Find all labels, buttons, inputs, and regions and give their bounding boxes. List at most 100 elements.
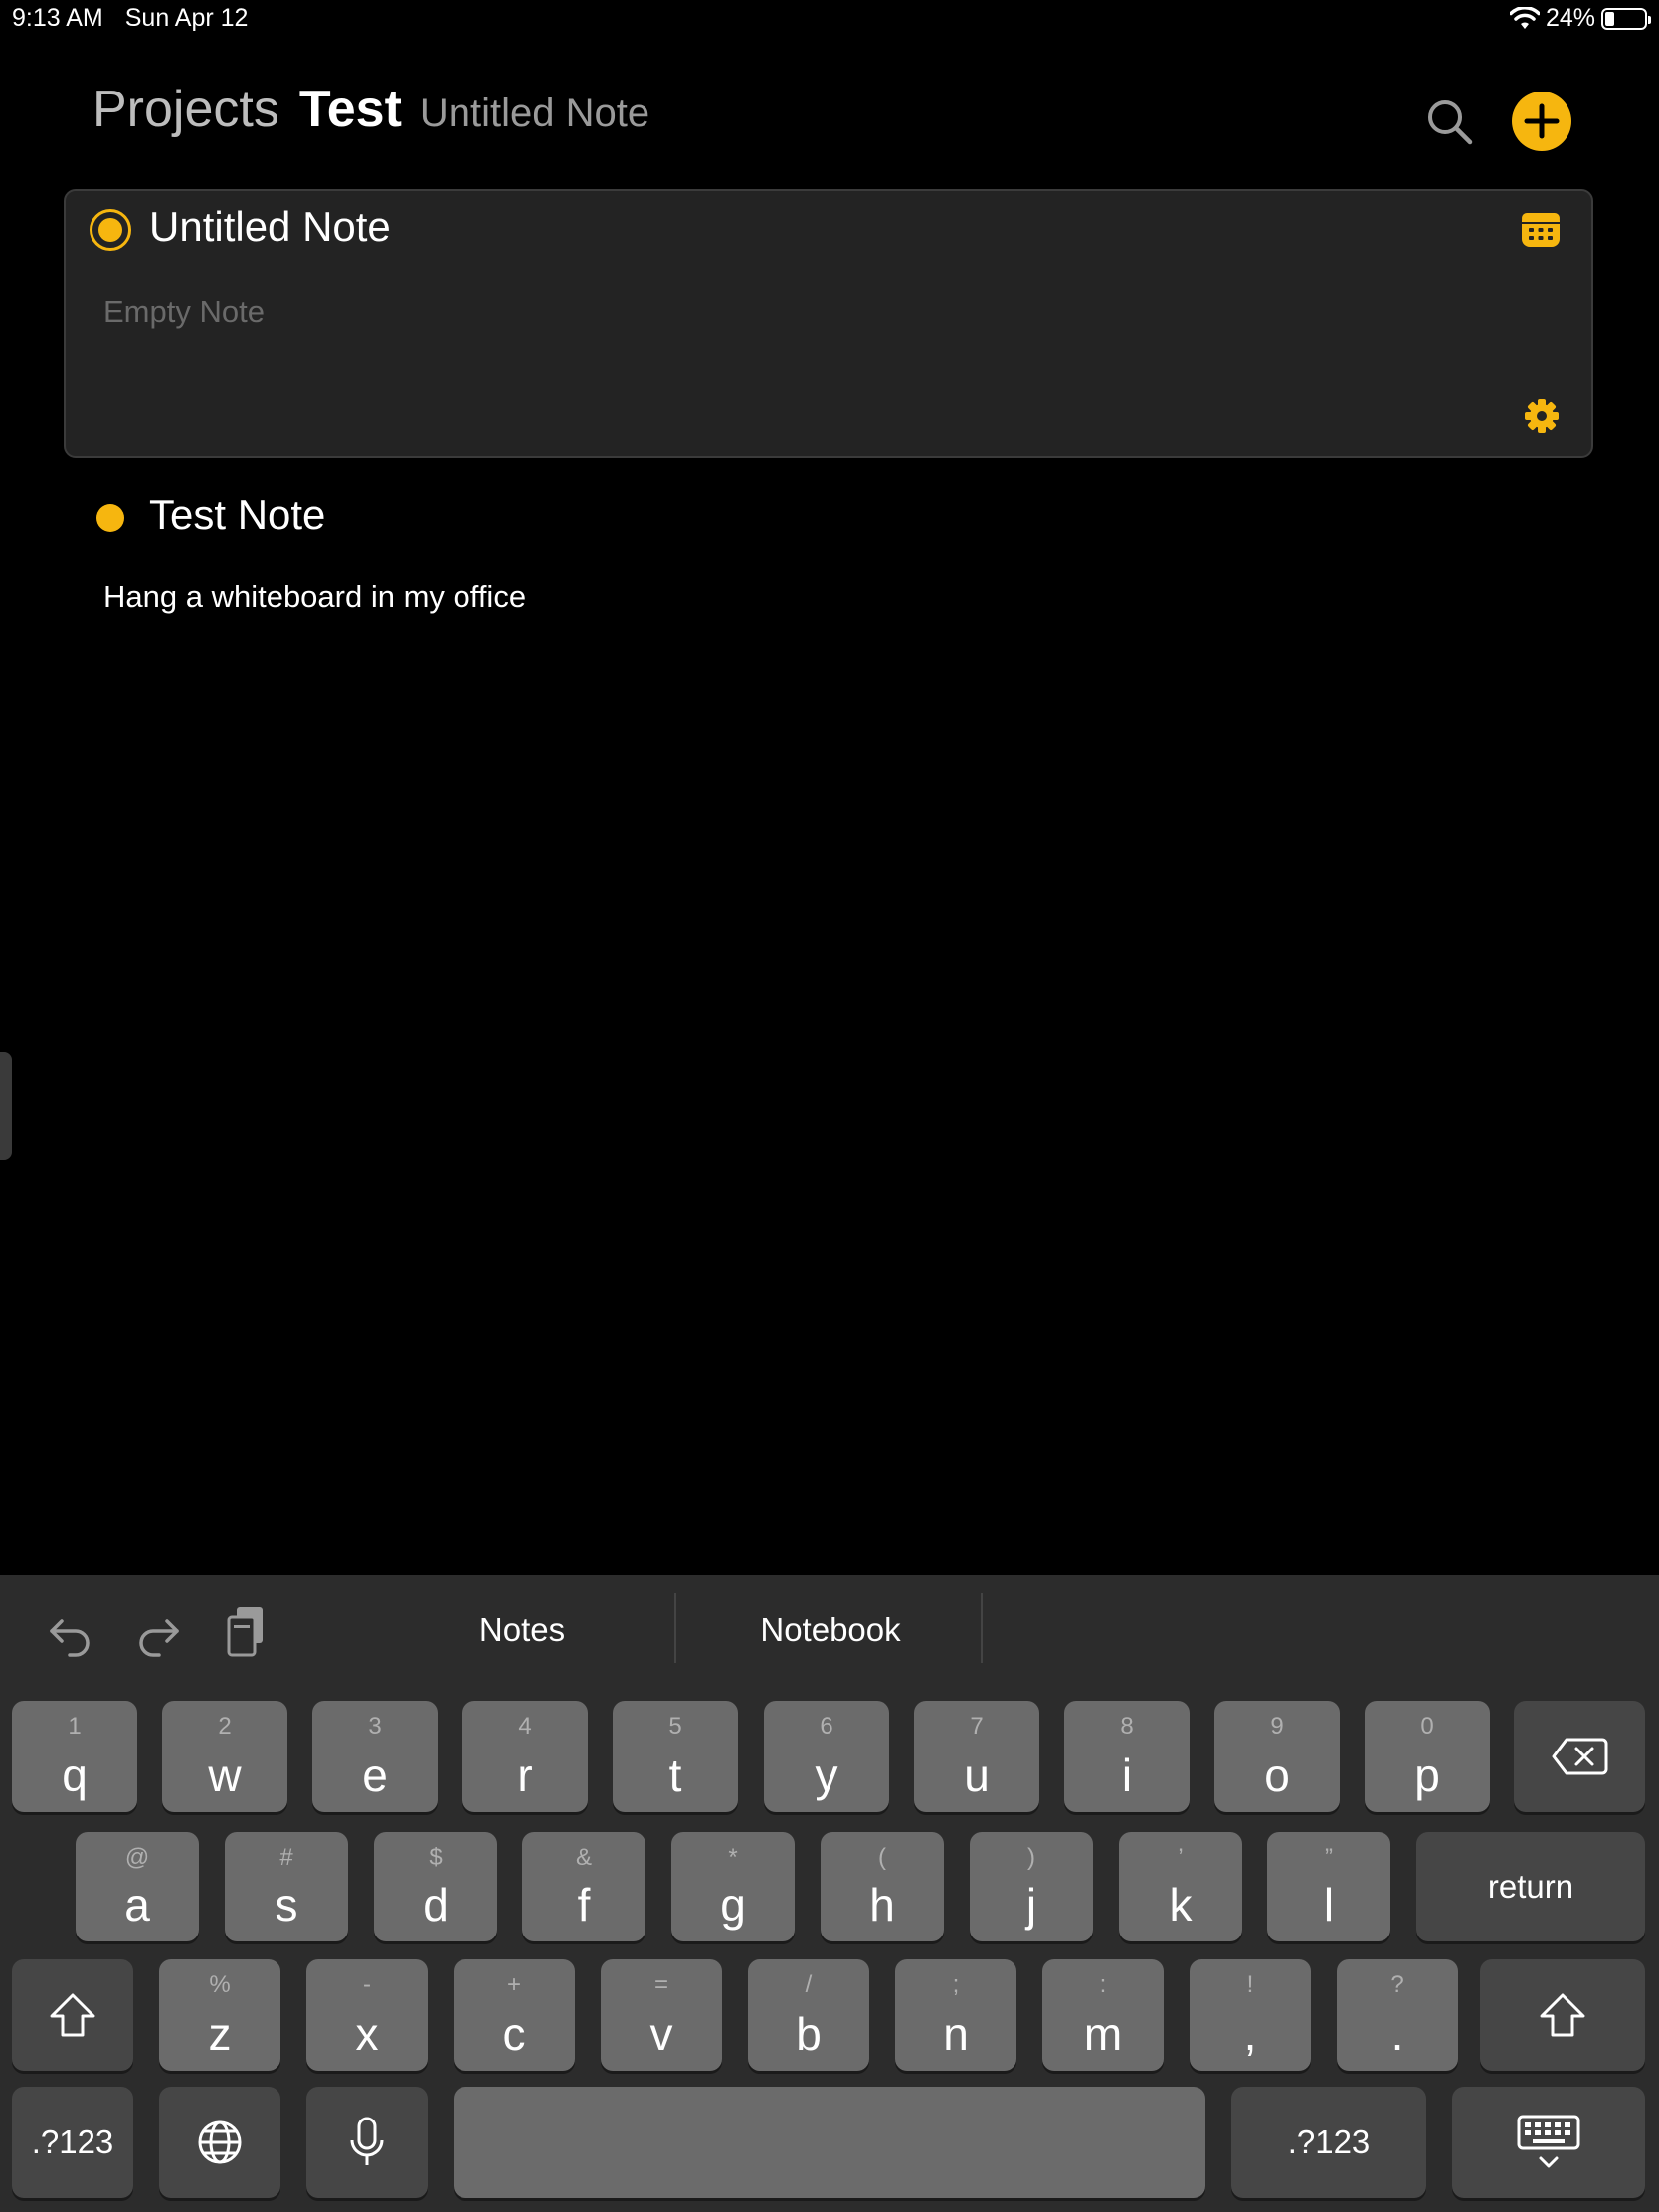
dictation-key[interactable] [306, 2087, 428, 2198]
key-j[interactable]: ) j [970, 1832, 1093, 1941]
numbers-key-right[interactable]: .?123 [1231, 2087, 1426, 2198]
key-primary-label: p [1414, 1750, 1440, 1801]
return-key[interactable]: return [1416, 1832, 1645, 1941]
key-secondary-label: + [506, 1971, 521, 1998]
note-settings-button[interactable] [1524, 398, 1560, 434]
breadcrumb-note-title: Untitled Note [419, 92, 650, 135]
key-secondary-label: 7 [970, 1713, 984, 1740]
key-secondary-label: ! [1246, 1971, 1254, 1998]
delete-key[interactable] [1514, 1701, 1645, 1812]
key-primary-label: x [355, 2008, 379, 2060]
note-title-input[interactable]: Untitled Note [149, 203, 391, 251]
status-date: Sun Apr 12 [124, 4, 249, 32]
shift-icon [1540, 1993, 1585, 2037]
key-secondary-label: ’ [1178, 1844, 1184, 1871]
key-secondary-label: & [575, 1844, 592, 1871]
note-title[interactable]: Test Note [149, 491, 325, 539]
note-body-input[interactable]: Empty Note [103, 294, 265, 330]
suggestion-1[interactable]: Notebook [720, 1611, 941, 1649]
globe-key[interactable] [159, 2087, 280, 2198]
key-primary-label: i [1121, 1750, 1133, 1801]
gear-icon [1525, 399, 1559, 433]
key-primary-label: , [1243, 2008, 1257, 2060]
add-note-button[interactable] [1512, 92, 1571, 151]
shift-icon [50, 1993, 95, 2037]
breadcrumb-current-project[interactable]: Test [299, 80, 402, 139]
redo-button[interactable] [135, 1603, 183, 1659]
numbers-key-label: .?123 [31, 2123, 114, 2160]
calendar-button[interactable] [1520, 209, 1562, 251]
shift-key-left[interactable] [12, 1959, 133, 2071]
key-i[interactable]: 8i [1064, 1701, 1190, 1812]
battery-percent: 24% [1545, 4, 1595, 32]
key-l[interactable]: ” l [1267, 1832, 1390, 1941]
key-primary-label: . [1390, 2008, 1404, 2060]
key-s[interactable]: # s [225, 1832, 348, 1941]
key-primary-label: z [208, 2008, 232, 2060]
numbers-key-left[interactable]: .?123 [12, 2087, 133, 2198]
dismiss-keyboard-key[interactable] [1452, 2087, 1645, 2198]
key-u[interactable]: 7u [914, 1701, 1039, 1812]
key-a[interactable]: @ a [76, 1832, 199, 1941]
key-primary-label: v [649, 2008, 673, 2060]
calendar-icon [1522, 213, 1560, 247]
key-primary-label: e [362, 1750, 388, 1801]
shift-key-right[interactable] [1480, 1959, 1645, 2071]
search-button[interactable] [1422, 94, 1478, 150]
key-r[interactable]: 4r [462, 1701, 588, 1812]
key-g[interactable]: * g [671, 1832, 795, 1941]
key-primary-label: u [964, 1750, 990, 1801]
key-n[interactable]: ; n [895, 1959, 1016, 2071]
key-x[interactable]: -x [306, 1959, 428, 2071]
numbers-key-label: .?123 [1287, 2123, 1371, 2160]
key-p[interactable]: 0p [1365, 1701, 1490, 1812]
key-b[interactable]: / b [748, 1959, 869, 2071]
search-icon [1428, 100, 1473, 145]
key-e[interactable]: 3e [312, 1701, 438, 1812]
note-status-selected-icon[interactable] [90, 209, 131, 251]
note-status-dot-icon[interactable] [96, 504, 124, 532]
paste-button[interactable] [223, 1603, 271, 1659]
delete-icon [1552, 1738, 1608, 1775]
key-w[interactable]: 2w [162, 1701, 287, 1812]
key-t[interactable]: 5t [613, 1701, 738, 1812]
key-secondary-label: $ [429, 1844, 443, 1871]
status-time: 9:13 AM [12, 4, 103, 32]
key-secondary-label: % [209, 1971, 231, 1998]
key-primary-label: h [869, 1879, 895, 1931]
undo-icon [50, 1619, 90, 1657]
status-bar-right: 24% [1509, 4, 1651, 33]
note-body[interactable]: Hang a whiteboard in my office [103, 579, 526, 615]
key-v[interactable]: = v [601, 1959, 722, 2071]
key-secondary-label: @ [124, 1844, 150, 1871]
key-f[interactable]: & f [522, 1832, 645, 1941]
key-k[interactable]: ’ k [1119, 1832, 1242, 1941]
key-secondary-label: = [653, 1971, 668, 1998]
suggestion-divider [981, 1593, 983, 1663]
key-d[interactable]: $ d [374, 1832, 497, 1941]
key-primary-label: r [517, 1750, 533, 1801]
key-primary-label: j [1025, 1879, 1037, 1931]
undo-button[interactable] [46, 1603, 93, 1659]
key-primary-label: y [815, 1750, 838, 1801]
key-secondary-label: ” [1325, 1844, 1333, 1871]
key-o[interactable]: 9o [1214, 1701, 1340, 1812]
key-primary-label: t [668, 1750, 682, 1801]
sidebar-drag-handle[interactable] [0, 1052, 12, 1160]
clipboard-icon [227, 1607, 263, 1657]
keyboard-dismiss-icon [1517, 2115, 1580, 2168]
key-q[interactable]: 1q [12, 1701, 137, 1812]
key-comma[interactable]: !, [1190, 1959, 1311, 2071]
key-z[interactable]: % z [159, 1959, 280, 2071]
key-secondary-label: 2 [218, 1713, 232, 1740]
key-h[interactable]: (h [821, 1832, 944, 1941]
suggestion-0[interactable]: Notes [418, 1611, 627, 1649]
key-c[interactable]: + c [454, 1959, 575, 2071]
key-y[interactable]: 6y [764, 1701, 889, 1812]
key-m[interactable]: :m [1042, 1959, 1164, 2071]
space-key[interactable] [454, 2087, 1205, 2198]
key-secondary-label: 8 [1120, 1713, 1134, 1740]
key-period[interactable]: ?. [1337, 1959, 1458, 2071]
key-secondary-label: 0 [1420, 1713, 1434, 1740]
breadcrumb-projects[interactable]: Projects [92, 80, 279, 139]
